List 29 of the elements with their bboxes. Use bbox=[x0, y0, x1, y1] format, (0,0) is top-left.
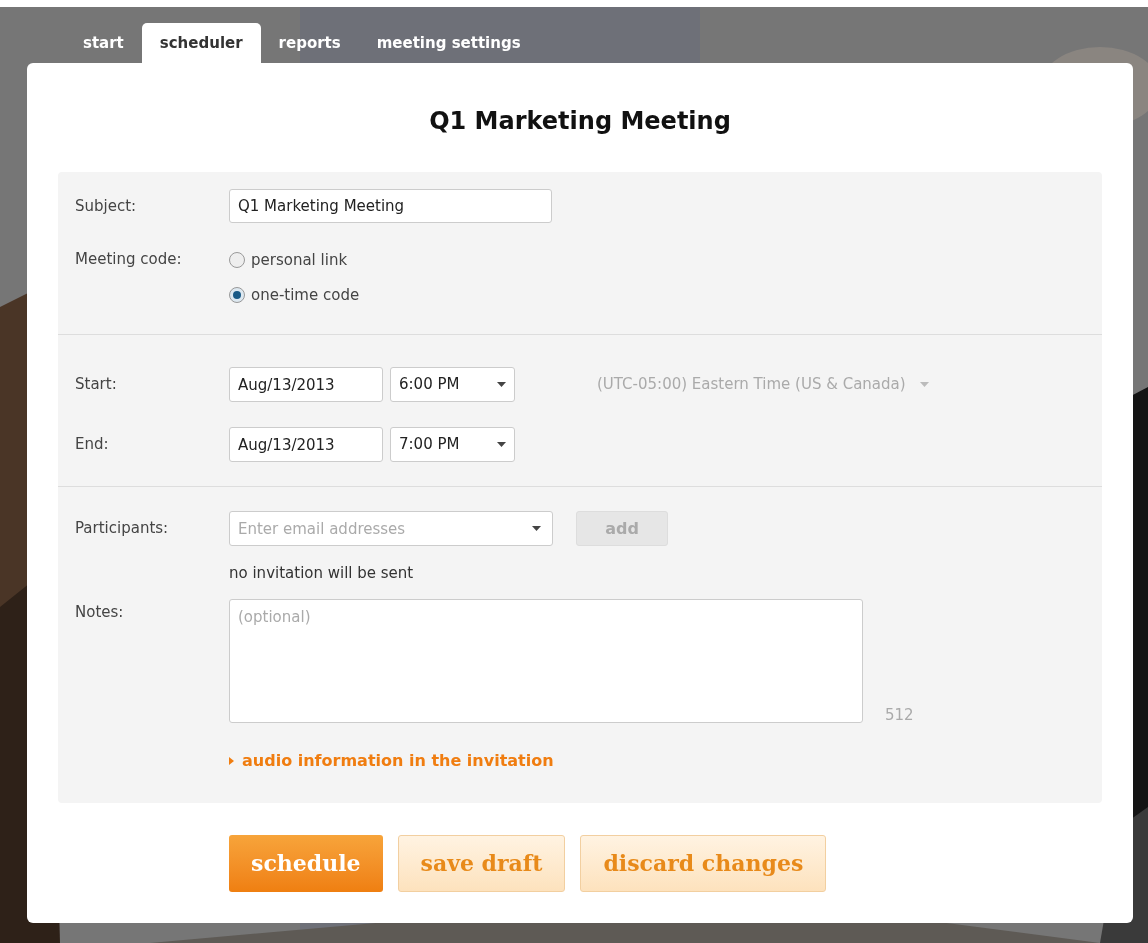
character-counter: 512 bbox=[885, 705, 914, 726]
date-field[interactable]: Aug/13/2013 bbox=[229, 367, 383, 402]
subject-field[interactable]: Q1 Marketing Meeting bbox=[229, 189, 552, 223]
audio-info-link[interactable]: audio information in the invitation bbox=[229, 748, 554, 773]
participants-dropdown[interactable]: Enter email addresses bbox=[229, 511, 553, 546]
radio-button[interactable] bbox=[229, 286, 245, 303]
radio-label: one-time code bbox=[251, 284, 360, 306]
time-dropdown[interactable]: 6:00 PM bbox=[390, 367, 515, 402]
caret-icon bbox=[497, 442, 506, 447]
caret-icon bbox=[532, 526, 541, 531]
field-label: Notes: bbox=[75, 601, 125, 623]
date-field[interactable]: Aug/13/2013 bbox=[229, 427, 383, 462]
field-label: Start: bbox=[75, 374, 118, 396]
caret-icon bbox=[497, 382, 506, 387]
caret-icon bbox=[919, 382, 929, 387]
meeting-title: Q1 Marketing Meeting bbox=[428, 106, 732, 137]
radio-button[interactable] bbox=[229, 252, 245, 269]
field-label: End: bbox=[75, 434, 110, 456]
time-dropdown[interactable]: 7:00 PM bbox=[390, 427, 515, 462]
field-label: Meeting code: bbox=[75, 249, 183, 270]
notes-field[interactable]: (optional) bbox=[229, 598, 863, 723]
radio-label: personal link bbox=[251, 250, 348, 271]
field-label: Subject: bbox=[75, 195, 138, 217]
tab[interactable]: start bbox=[65, 23, 142, 63]
tab[interactable]: scheduler bbox=[141, 23, 261, 63]
field-label: Participants: bbox=[75, 518, 170, 540]
invitation-note: no invitation will be sent bbox=[229, 563, 415, 584]
tab[interactable]: reports bbox=[260, 23, 359, 63]
tab[interactable]: meeting settings bbox=[358, 23, 539, 63]
